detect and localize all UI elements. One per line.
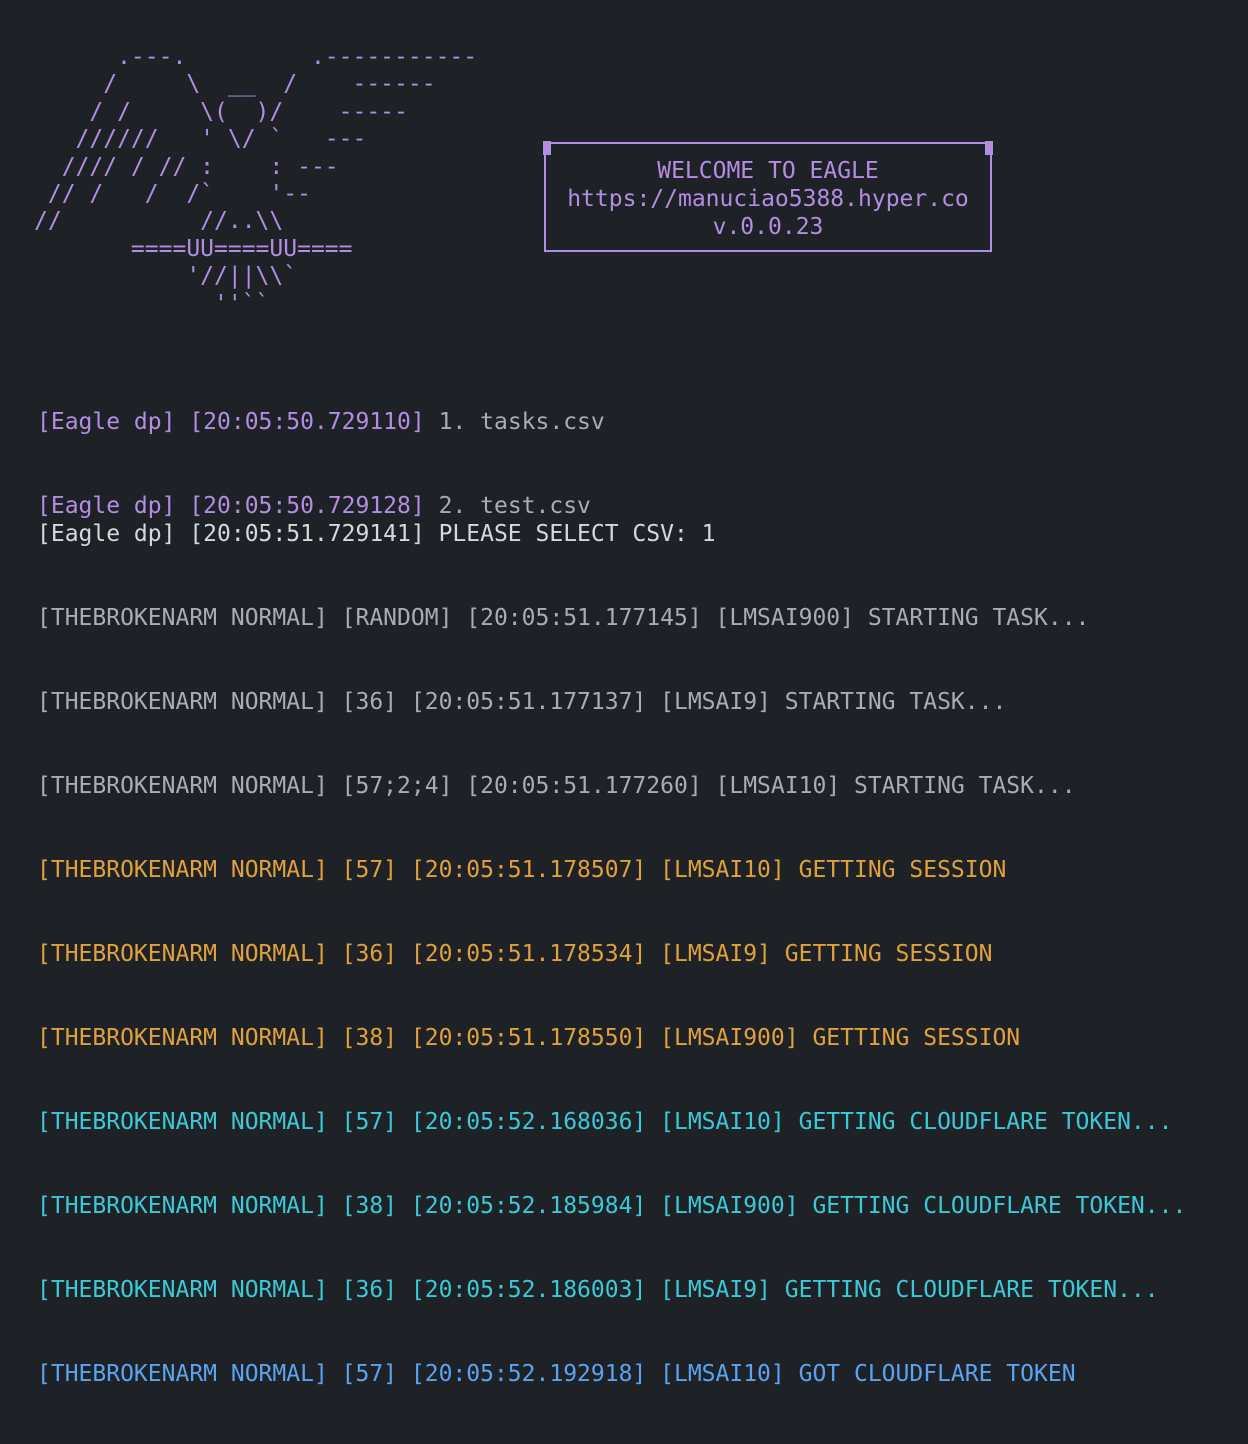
log-line: [THEBROKENARM NORMAL] [RANDOM] [20:05:51… bbox=[37, 605, 1090, 631]
eagle-ascii-art: .---. .----------- / \ __ / ------ / / \… bbox=[34, 44, 478, 317]
csv-list-item: [Eagle dp] [20:05:50.729110] 1. tasks.cs… bbox=[37, 408, 605, 436]
terminal-window[interactable]: .---. .----------- / \ __ / ------ / / \… bbox=[0, 0, 1248, 1387]
log-line: [THEBROKENARM NORMAL] [57] [20:05:52.192… bbox=[37, 1361, 1076, 1387]
log-line: [THEBROKENARM NORMAL] [36] [20:05:51.177… bbox=[37, 689, 1007, 715]
log-line: [THEBROKENARM NORMAL] [57;2;4] [20:05:51… bbox=[37, 773, 1076, 799]
csv-option: 1. tasks.csv bbox=[424, 409, 605, 435]
banner-corner-left bbox=[543, 141, 551, 155]
log-line: [THEBROKENARM NORMAL] [38] [20:05:51.178… bbox=[37, 1025, 1021, 1051]
welcome-title: WELCOME TO EAGLE bbox=[657, 158, 879, 184]
log-line: [THEBROKENARM NORMAL] [36] [20:05:52.186… bbox=[37, 1277, 1159, 1303]
csv-prompt[interactable]: [Eagle dp] [20:05:51.729141] PLEASE SELE… bbox=[37, 520, 1186, 548]
csv-prefix: [Eagle dp] [20:05:50.729110] bbox=[37, 409, 425, 435]
welcome-version: v.0.0.23 bbox=[712, 214, 824, 240]
welcome-banner: WELCOME TO EAGLE https://manuciao5388.hy… bbox=[543, 141, 993, 252]
log-line: [THEBROKENARM NORMAL] [57] [20:05:52.168… bbox=[37, 1109, 1173, 1135]
welcome-url: https://manuciao5388.hyper.co bbox=[567, 186, 969, 212]
log-line: [THEBROKENARM NORMAL] [36] [20:05:51.178… bbox=[37, 941, 993, 967]
log-line: [THEBROKENARM NORMAL] [57] [20:05:51.178… bbox=[37, 857, 1007, 883]
task-log: [Eagle dp] [20:05:51.729141] PLEASE SELE… bbox=[37, 464, 1186, 1444]
banner-corner-right bbox=[985, 141, 993, 155]
log-line: [THEBROKENARM NORMAL] [38] [20:05:52.185… bbox=[37, 1193, 1187, 1219]
